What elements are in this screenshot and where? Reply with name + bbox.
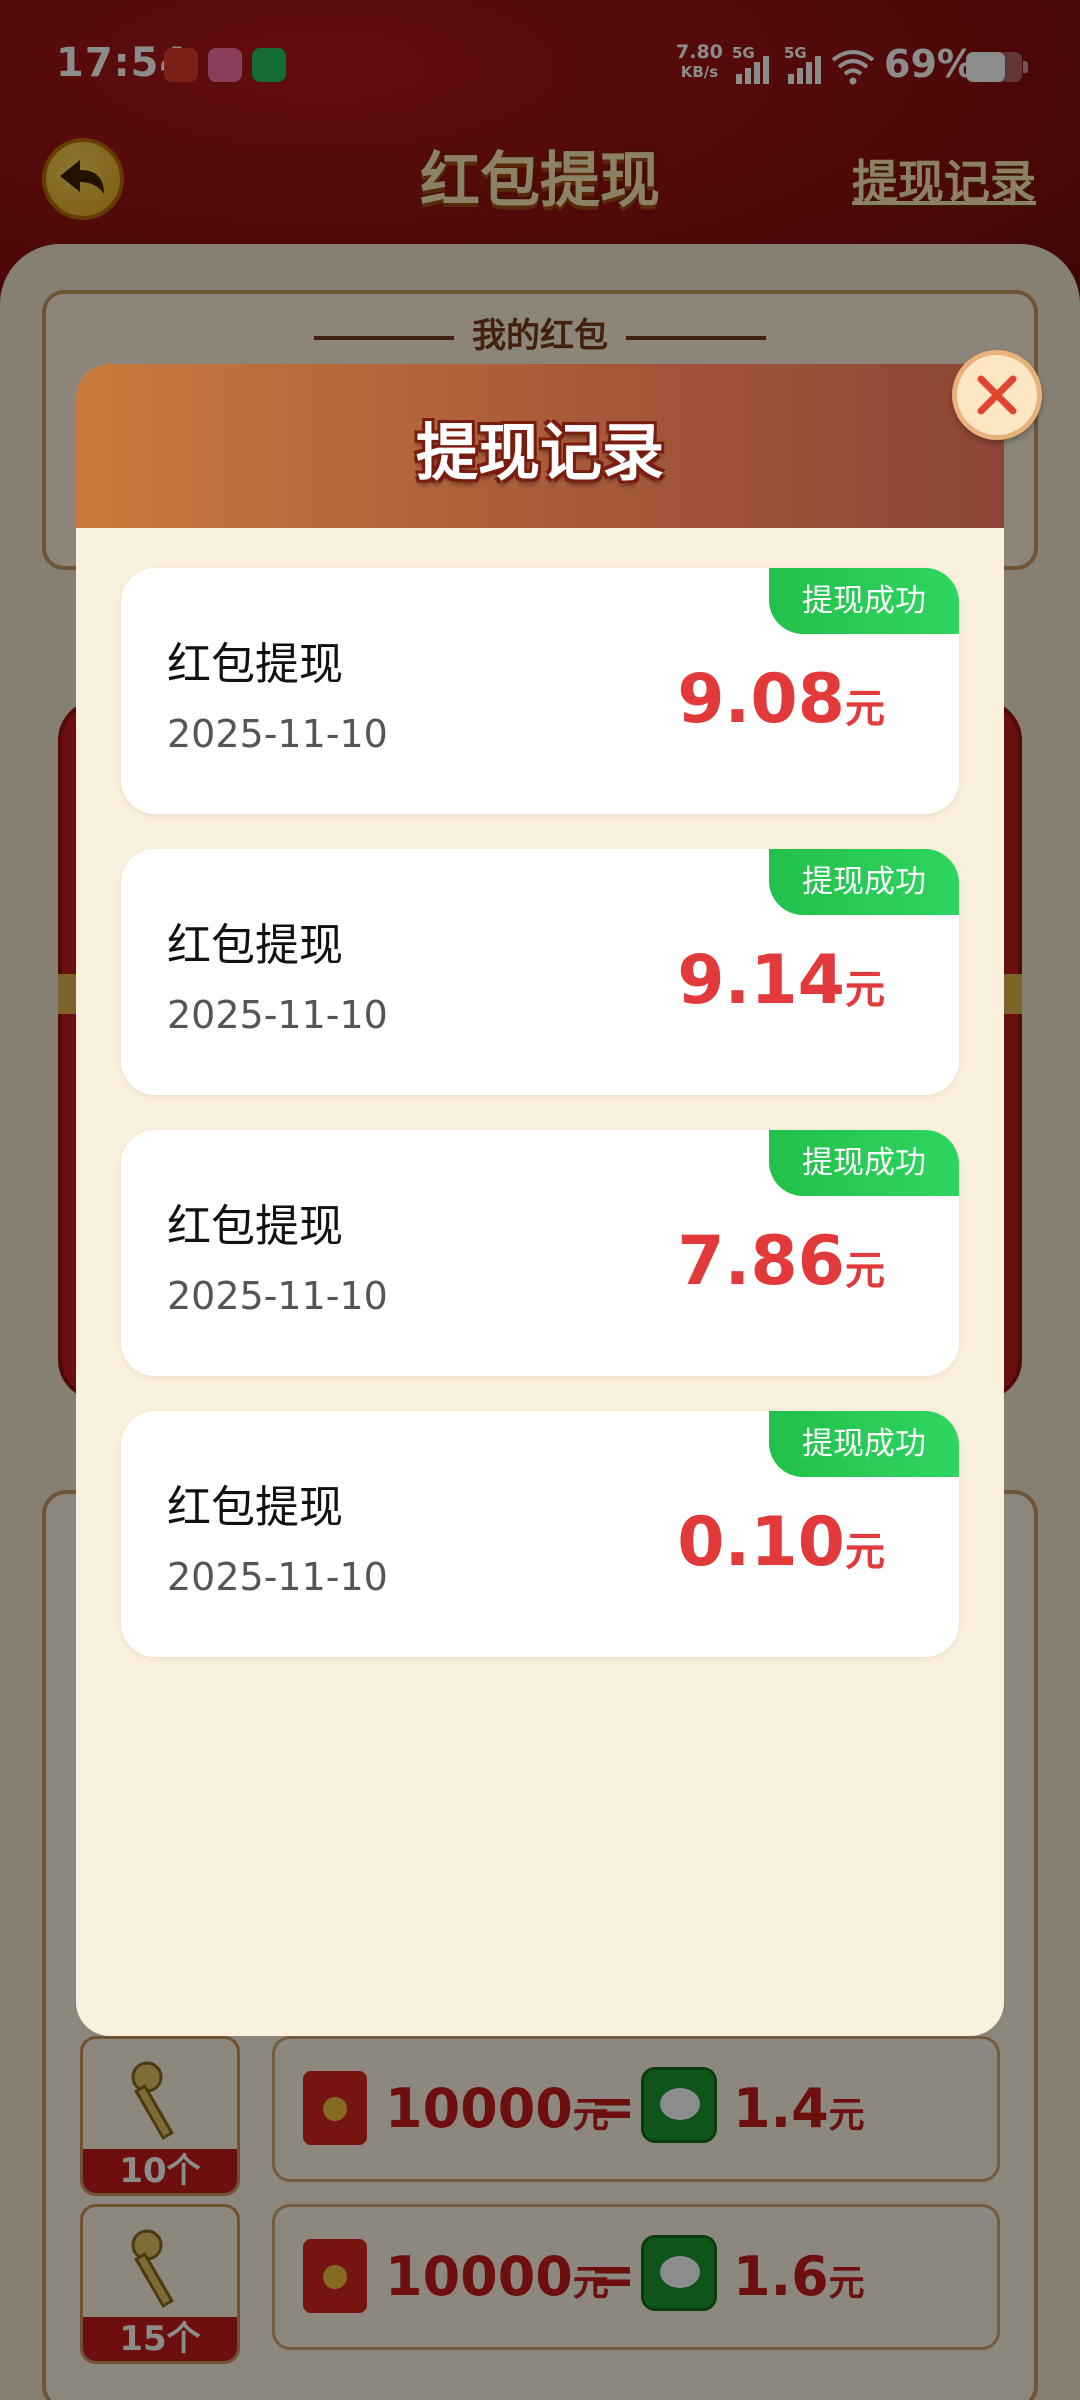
amount-unit: 元 [845, 686, 885, 732]
record-date: 2025-11-10 [167, 1555, 388, 1599]
close-icon [977, 375, 1017, 415]
record-amount: 0.10元 [677, 1503, 885, 1582]
amount-unit: 元 [845, 1248, 885, 1294]
record-amount: 9.08元 [677, 660, 885, 739]
amount-value: 7.86 [677, 1222, 845, 1301]
record-title: 红包提现 [167, 639, 343, 690]
amount-value: 9.14 [677, 941, 845, 1020]
status-badge: 提现成功 [769, 568, 959, 634]
record-item: 提现成功 红包提现 2025-11-10 9.14元 [121, 849, 959, 1095]
record-date: 2025-11-10 [167, 1274, 388, 1318]
record-amount: 9.14元 [677, 941, 885, 1020]
record-amount: 7.86元 [677, 1222, 885, 1301]
record-title: 红包提现 [167, 1201, 343, 1252]
record-item: 提现成功 红包提现 2025-11-10 9.08元 [121, 568, 959, 814]
amount-unit: 元 [845, 967, 885, 1013]
record-date: 2025-11-10 [167, 712, 388, 756]
record-item: 提现成功 红包提现 2025-11-10 7.86元 [121, 1130, 959, 1376]
status-badge: 提现成功 [769, 1130, 959, 1196]
amount-value: 9.08 [677, 660, 845, 739]
close-dialog-button[interactable] [952, 350, 1042, 440]
status-badge: 提现成功 [769, 1411, 959, 1477]
dialog-header: 提现记录 [76, 364, 1004, 528]
withdraw-record-dialog: 提现记录 提现成功 红包提现 2025-11-10 9.08元 提现成功 红包提… [76, 364, 1004, 2036]
dialog-title: 提现记录 [415, 416, 664, 489]
status-badge: 提现成功 [769, 849, 959, 915]
amount-unit: 元 [845, 1529, 885, 1575]
record-title: 红包提现 [167, 1482, 343, 1533]
amount-value: 0.10 [677, 1503, 845, 1582]
record-date: 2025-11-10 [167, 993, 388, 1037]
record-item: 提现成功 红包提现 2025-11-10 0.10元 [121, 1411, 959, 1657]
record-title: 红包提现 [167, 920, 343, 971]
